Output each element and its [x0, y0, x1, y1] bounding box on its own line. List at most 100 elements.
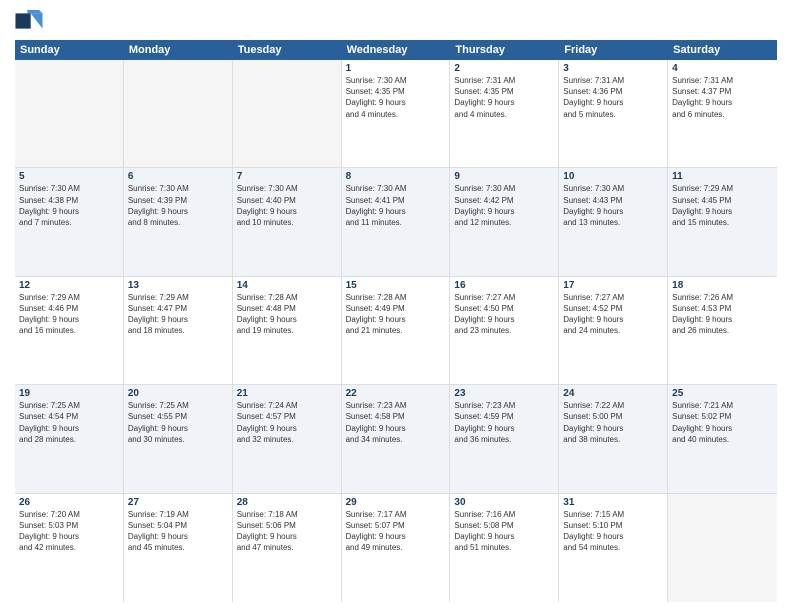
cell-text-line: and 21 minutes.	[346, 325, 446, 336]
day-header-sunday: Sunday	[15, 40, 124, 60]
cell-text-line: and 36 minutes.	[454, 434, 554, 445]
cell-text-line: Daylight: 9 hours	[346, 423, 446, 434]
cell-text-line: Sunrise: 7:31 AM	[563, 75, 663, 86]
cal-cell-5: 5Sunrise: 7:30 AMSunset: 4:38 PMDaylight…	[15, 168, 124, 275]
cell-text-line: Sunset: 4:49 PM	[346, 303, 446, 314]
day-number: 14	[237, 280, 337, 291]
cell-text-line: Sunrise: 7:28 AM	[346, 292, 446, 303]
cell-text-line: and 49 minutes.	[346, 542, 446, 553]
day-number: 7	[237, 171, 337, 182]
cell-text-line: Sunrise: 7:29 AM	[128, 292, 228, 303]
cell-text-line: Daylight: 9 hours	[19, 531, 119, 542]
day-number: 24	[563, 388, 663, 399]
cell-text-line: Sunset: 4:37 PM	[672, 86, 773, 97]
cal-cell-29: 29Sunrise: 7:17 AMSunset: 5:07 PMDayligh…	[342, 494, 451, 602]
cell-text-line: and 40 minutes.	[672, 434, 773, 445]
day-number: 9	[454, 171, 554, 182]
day-number: 11	[672, 171, 773, 182]
cell-text-line: Sunrise: 7:27 AM	[454, 292, 554, 303]
day-number: 31	[563, 497, 663, 508]
cell-text-line: and 54 minutes.	[563, 542, 663, 553]
cal-cell-19: 19Sunrise: 7:25 AMSunset: 4:54 PMDayligh…	[15, 385, 124, 492]
cell-text-line: Sunset: 4:50 PM	[454, 303, 554, 314]
day-number: 18	[672, 280, 773, 291]
cell-text-line: and 12 minutes.	[454, 217, 554, 228]
day-number: 4	[672, 63, 773, 74]
cal-cell-24: 24Sunrise: 7:22 AMSunset: 5:00 PMDayligh…	[559, 385, 668, 492]
cell-text-line: Sunrise: 7:29 AM	[672, 183, 773, 194]
logo-icon	[15, 10, 43, 32]
cell-text-line: and 23 minutes.	[454, 325, 554, 336]
day-number: 13	[128, 280, 228, 291]
cell-text-line: and 42 minutes.	[19, 542, 119, 553]
week-row-0: 1Sunrise: 7:30 AMSunset: 4:35 PMDaylight…	[15, 60, 777, 168]
day-number: 22	[346, 388, 446, 399]
cell-text-line: Sunset: 4:38 PM	[19, 195, 119, 206]
cell-text-line: Daylight: 9 hours	[454, 531, 554, 542]
cal-cell-16: 16Sunrise: 7:27 AMSunset: 4:50 PMDayligh…	[450, 277, 559, 384]
cal-cell-10: 10Sunrise: 7:30 AMSunset: 4:43 PMDayligh…	[559, 168, 668, 275]
cell-text-line: and 6 minutes.	[672, 109, 773, 120]
cell-text-line: and 13 minutes.	[563, 217, 663, 228]
logo	[15, 10, 45, 32]
day-number: 19	[19, 388, 119, 399]
cell-text-line: and 28 minutes.	[19, 434, 119, 445]
cal-cell-22: 22Sunrise: 7:23 AMSunset: 4:58 PMDayligh…	[342, 385, 451, 492]
cell-text-line: and 30 minutes.	[128, 434, 228, 445]
cell-text-line: Daylight: 9 hours	[128, 531, 228, 542]
cell-text-line: Daylight: 9 hours	[454, 314, 554, 325]
cell-text-line: Sunrise: 7:30 AM	[346, 75, 446, 86]
cell-text-line: Sunset: 4:52 PM	[563, 303, 663, 314]
day-number: 5	[19, 171, 119, 182]
cell-text-line: Sunrise: 7:30 AM	[346, 183, 446, 194]
cell-text-line: Sunrise: 7:30 AM	[128, 183, 228, 194]
cell-text-line: Sunset: 4:35 PM	[454, 86, 554, 97]
cell-text-line: and 11 minutes.	[346, 217, 446, 228]
cell-text-line: Sunset: 4:59 PM	[454, 411, 554, 422]
cell-text-line: and 34 minutes.	[346, 434, 446, 445]
cell-text-line: Sunrise: 7:25 AM	[128, 400, 228, 411]
day-number: 10	[563, 171, 663, 182]
day-header-thursday: Thursday	[450, 40, 559, 60]
cal-cell-empty-0-1	[124, 60, 233, 167]
day-number: 25	[672, 388, 773, 399]
cell-text-line: Sunset: 5:00 PM	[563, 411, 663, 422]
cal-cell-17: 17Sunrise: 7:27 AMSunset: 4:52 PMDayligh…	[559, 277, 668, 384]
cell-text-line: Daylight: 9 hours	[237, 314, 337, 325]
day-number: 27	[128, 497, 228, 508]
day-number: 12	[19, 280, 119, 291]
cell-text-line: Sunrise: 7:24 AM	[237, 400, 337, 411]
cell-text-line: Sunset: 5:06 PM	[237, 520, 337, 531]
day-number: 3	[563, 63, 663, 74]
cell-text-line: Sunrise: 7:30 AM	[454, 183, 554, 194]
cell-text-line: Daylight: 9 hours	[672, 314, 773, 325]
cal-cell-2: 2Sunrise: 7:31 AMSunset: 4:35 PMDaylight…	[450, 60, 559, 167]
cal-cell-1: 1Sunrise: 7:30 AMSunset: 4:35 PMDaylight…	[342, 60, 451, 167]
cell-text-line: Daylight: 9 hours	[563, 423, 663, 434]
cal-cell-empty-0-0	[15, 60, 124, 167]
page: SundayMondayTuesdayWednesdayThursdayFrid…	[0, 0, 792, 612]
cell-text-line: Daylight: 9 hours	[346, 314, 446, 325]
cell-text-line: and 47 minutes.	[237, 542, 337, 553]
cell-text-line: Daylight: 9 hours	[454, 206, 554, 217]
day-header-tuesday: Tuesday	[233, 40, 342, 60]
cell-text-line: Sunrise: 7:16 AM	[454, 509, 554, 520]
cell-text-line: and 51 minutes.	[454, 542, 554, 553]
cell-text-line: Sunset: 4:54 PM	[19, 411, 119, 422]
day-number: 30	[454, 497, 554, 508]
cell-text-line: Daylight: 9 hours	[563, 531, 663, 542]
cell-text-line: and 38 minutes.	[563, 434, 663, 445]
cell-text-line: Daylight: 9 hours	[19, 423, 119, 434]
day-number: 26	[19, 497, 119, 508]
cell-text-line: Sunrise: 7:31 AM	[672, 75, 773, 86]
cal-cell-25: 25Sunrise: 7:21 AMSunset: 5:02 PMDayligh…	[668, 385, 777, 492]
cell-text-line: Sunset: 4:47 PM	[128, 303, 228, 314]
day-header-wednesday: Wednesday	[342, 40, 451, 60]
cell-text-line: Sunset: 5:08 PM	[454, 520, 554, 531]
cal-cell-13: 13Sunrise: 7:29 AMSunset: 4:47 PMDayligh…	[124, 277, 233, 384]
cell-text-line: Sunset: 4:45 PM	[672, 195, 773, 206]
cell-text-line: Sunset: 4:58 PM	[346, 411, 446, 422]
cell-text-line: Sunset: 4:48 PM	[237, 303, 337, 314]
cal-cell-18: 18Sunrise: 7:26 AMSunset: 4:53 PMDayligh…	[668, 277, 777, 384]
cell-text-line: Daylight: 9 hours	[672, 206, 773, 217]
